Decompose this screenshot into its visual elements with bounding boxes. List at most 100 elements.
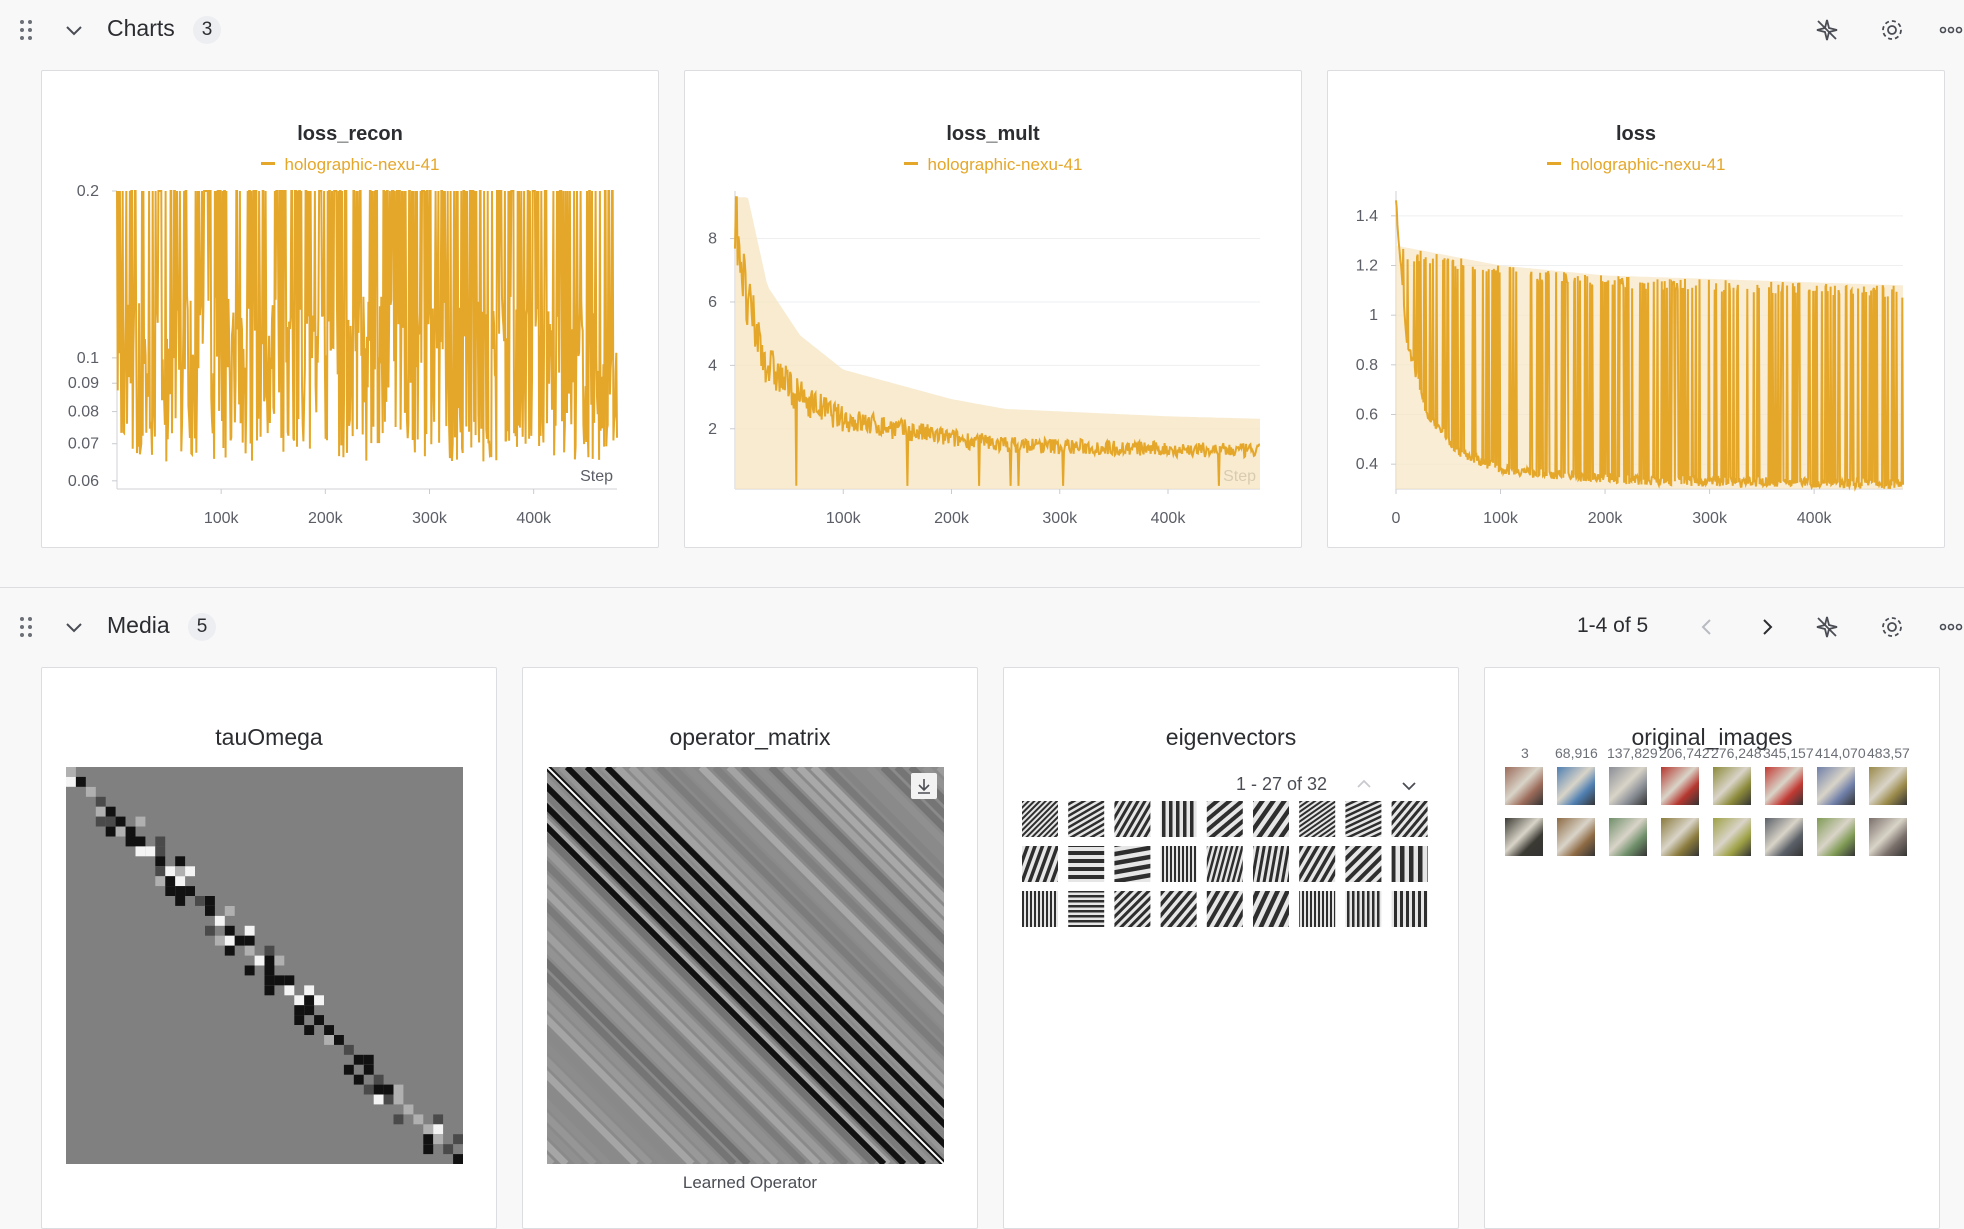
- tau-cell: [294, 1005, 305, 1016]
- tau-cell: [165, 866, 176, 877]
- tau-cell: [264, 975, 275, 986]
- chart-panel-loss[interactable]: loss holographic-nexu-41 1.4 1.2 1 0.8 0.6 0.…: [1327, 70, 1945, 548]
- x-tick-label: 300k: [1042, 510, 1078, 527]
- drag-handle-icon[interactable]: [20, 617, 34, 637]
- tau-cell: [115, 816, 126, 827]
- x-tick-label: 100k: [1483, 510, 1519, 527]
- more-icon[interactable]: [1936, 15, 1964, 45]
- chart-loss-recon[interactable]: 0.2 0.1 0.09 0.08 0.07 0.06 100k 200k 300k 400k St…: [42, 71, 658, 547]
- tau-cell: [304, 985, 315, 996]
- original-image-thumb[interactable]: [1869, 767, 1907, 805]
- tau-cell: [145, 846, 156, 857]
- chart-panel-loss-mult[interactable]: loss_mult holographic-nexu-41 8 6 4 2 100k 20…: [684, 70, 1302, 548]
- media-panel-original-images[interactable]: original_images 3 68,916 137,829 206,742 276…: [1484, 667, 1940, 1229]
- tau-cell: [274, 975, 285, 986]
- eigenvector-tile: [1391, 846, 1428, 882]
- media-panel-operator-matrix[interactable]: operator_matrix Learned Operator: [522, 667, 978, 1229]
- original-image-thumb[interactable]: [1713, 767, 1751, 805]
- tau-cell: [294, 995, 305, 1006]
- media-title: eigenvectors: [1165, 724, 1297, 750]
- original-image-thumb[interactable]: [1661, 818, 1699, 856]
- eigenvector-tile: [1160, 801, 1197, 837]
- tau-cell: [453, 1134, 463, 1145]
- y-tick-label: 0.8: [1356, 357, 1378, 374]
- gear-icon[interactable]: [1877, 15, 1907, 45]
- eigenvector-tile: [1022, 891, 1058, 927]
- tau-cell: [383, 1094, 394, 1105]
- chevron-right-icon[interactable]: [1752, 612, 1782, 642]
- original-image-thumb[interactable]: [1505, 767, 1543, 805]
- y-tick-label: 8: [708, 231, 717, 248]
- tau-cell: [66, 776, 76, 787]
- eigenvector-tile: [1391, 801, 1428, 837]
- eigenvector-tile: [1160, 891, 1197, 927]
- original-image-thumb[interactable]: [1817, 767, 1855, 805]
- tau-cell: [224, 945, 235, 956]
- tau-cell: [105, 826, 116, 837]
- tau-cell: [214, 915, 225, 926]
- eigenvector-tile: [1345, 801, 1382, 837]
- tau-cell: [224, 935, 235, 946]
- original-image-thumb[interactable]: [1505, 818, 1543, 856]
- original-image-thumb[interactable]: [1609, 818, 1647, 856]
- tau-cell: [343, 1044, 354, 1055]
- download-icon[interactable]: [911, 773, 937, 799]
- thumb-step-label: 345,157: [1763, 745, 1814, 761]
- gear-icon[interactable]: [1877, 612, 1907, 642]
- eigenvector-tile: [1391, 891, 1428, 927]
- y-tick-label: 1.2: [1356, 258, 1378, 275]
- tau-cell: [264, 955, 275, 966]
- sparkle-pin-icon[interactable]: [1812, 15, 1842, 45]
- media-panel-tau-omega[interactable]: tauOmega: [41, 667, 497, 1229]
- chevron-up-icon[interactable]: [1352, 772, 1376, 796]
- chevron-left-icon[interactable]: [1692, 612, 1722, 642]
- operator-matrix-image[interactable]: [547, 767, 944, 1164]
- y-tick-label: 0.4: [1356, 456, 1378, 473]
- tau-cell: [264, 965, 275, 976]
- original-image-thumb[interactable]: [1557, 767, 1595, 805]
- media-panel-eigenvectors[interactable]: eigenvectors 1 - 27 of 32: [1003, 667, 1459, 1229]
- tau-cell: [185, 886, 195, 896]
- tau-cell: [423, 1134, 434, 1145]
- tau-cell: [304, 995, 315, 1006]
- more-icon[interactable]: [1936, 612, 1964, 642]
- tau-cell: [205, 925, 215, 936]
- chart-panel-loss-recon[interactable]: loss_recon holographic-nexu-41 0.2 0.1 0.0…: [41, 70, 659, 548]
- y-tick-label: 6: [708, 294, 717, 311]
- eigenvector-tile: [1299, 891, 1336, 927]
- original-image-thumb[interactable]: [1713, 818, 1751, 856]
- chart-loss[interactable]: 1.4 1.2 1 0.8 0.6 0.4 0 100k 200k 300k 400k: [1328, 71, 1944, 547]
- tau-cell: [155, 876, 166, 887]
- tau-cell: [284, 975, 295, 986]
- media-section-header: Media 5 1-4 of 5: [0, 597, 1964, 657]
- series-line: [116, 190, 618, 462]
- eigenvector-grid[interactable]: [1022, 795, 1432, 935]
- original-image-thumb[interactable]: [1869, 818, 1907, 856]
- original-image-thumb[interactable]: [1817, 818, 1855, 856]
- eigenvector-tile: [1022, 846, 1058, 882]
- tau-omega-image[interactable]: [66, 767, 463, 1164]
- original-image-thumb[interactable]: [1765, 767, 1803, 805]
- tau-cell: [314, 1015, 324, 1025]
- sparkle-pin-icon[interactable]: [1812, 612, 1842, 642]
- chevron-down-icon[interactable]: [64, 20, 84, 40]
- tau-cell: [175, 896, 186, 906]
- tau-cell: [214, 935, 225, 946]
- chart-loss-mult[interactable]: 8642100k200k300k400kStep: [685, 71, 1301, 547]
- tau-cell: [155, 836, 166, 847]
- original-image-thumb[interactable]: [1557, 818, 1595, 856]
- x-tick-label: 400k: [516, 510, 552, 527]
- chevron-down-icon[interactable]: [64, 617, 84, 637]
- x-tick-label: 100k: [204, 510, 240, 527]
- original-image-thumb[interactable]: [1609, 767, 1647, 805]
- original-image-thumb[interactable]: [1661, 767, 1699, 805]
- original-images-grid[interactable]: 3 68,916 137,829 206,742 276,248 345,157 414,0…: [1485, 668, 1939, 1228]
- tau-cell: [353, 1054, 364, 1065]
- tau-cell: [85, 786, 96, 797]
- tau-cell: [244, 935, 255, 946]
- eigenvector-tile: [1299, 801, 1336, 837]
- original-image-thumb[interactable]: [1765, 818, 1803, 856]
- eigenvector-tile: [1206, 801, 1243, 837]
- drag-handle-icon[interactable]: [20, 20, 34, 40]
- tau-cell: [433, 1134, 444, 1145]
